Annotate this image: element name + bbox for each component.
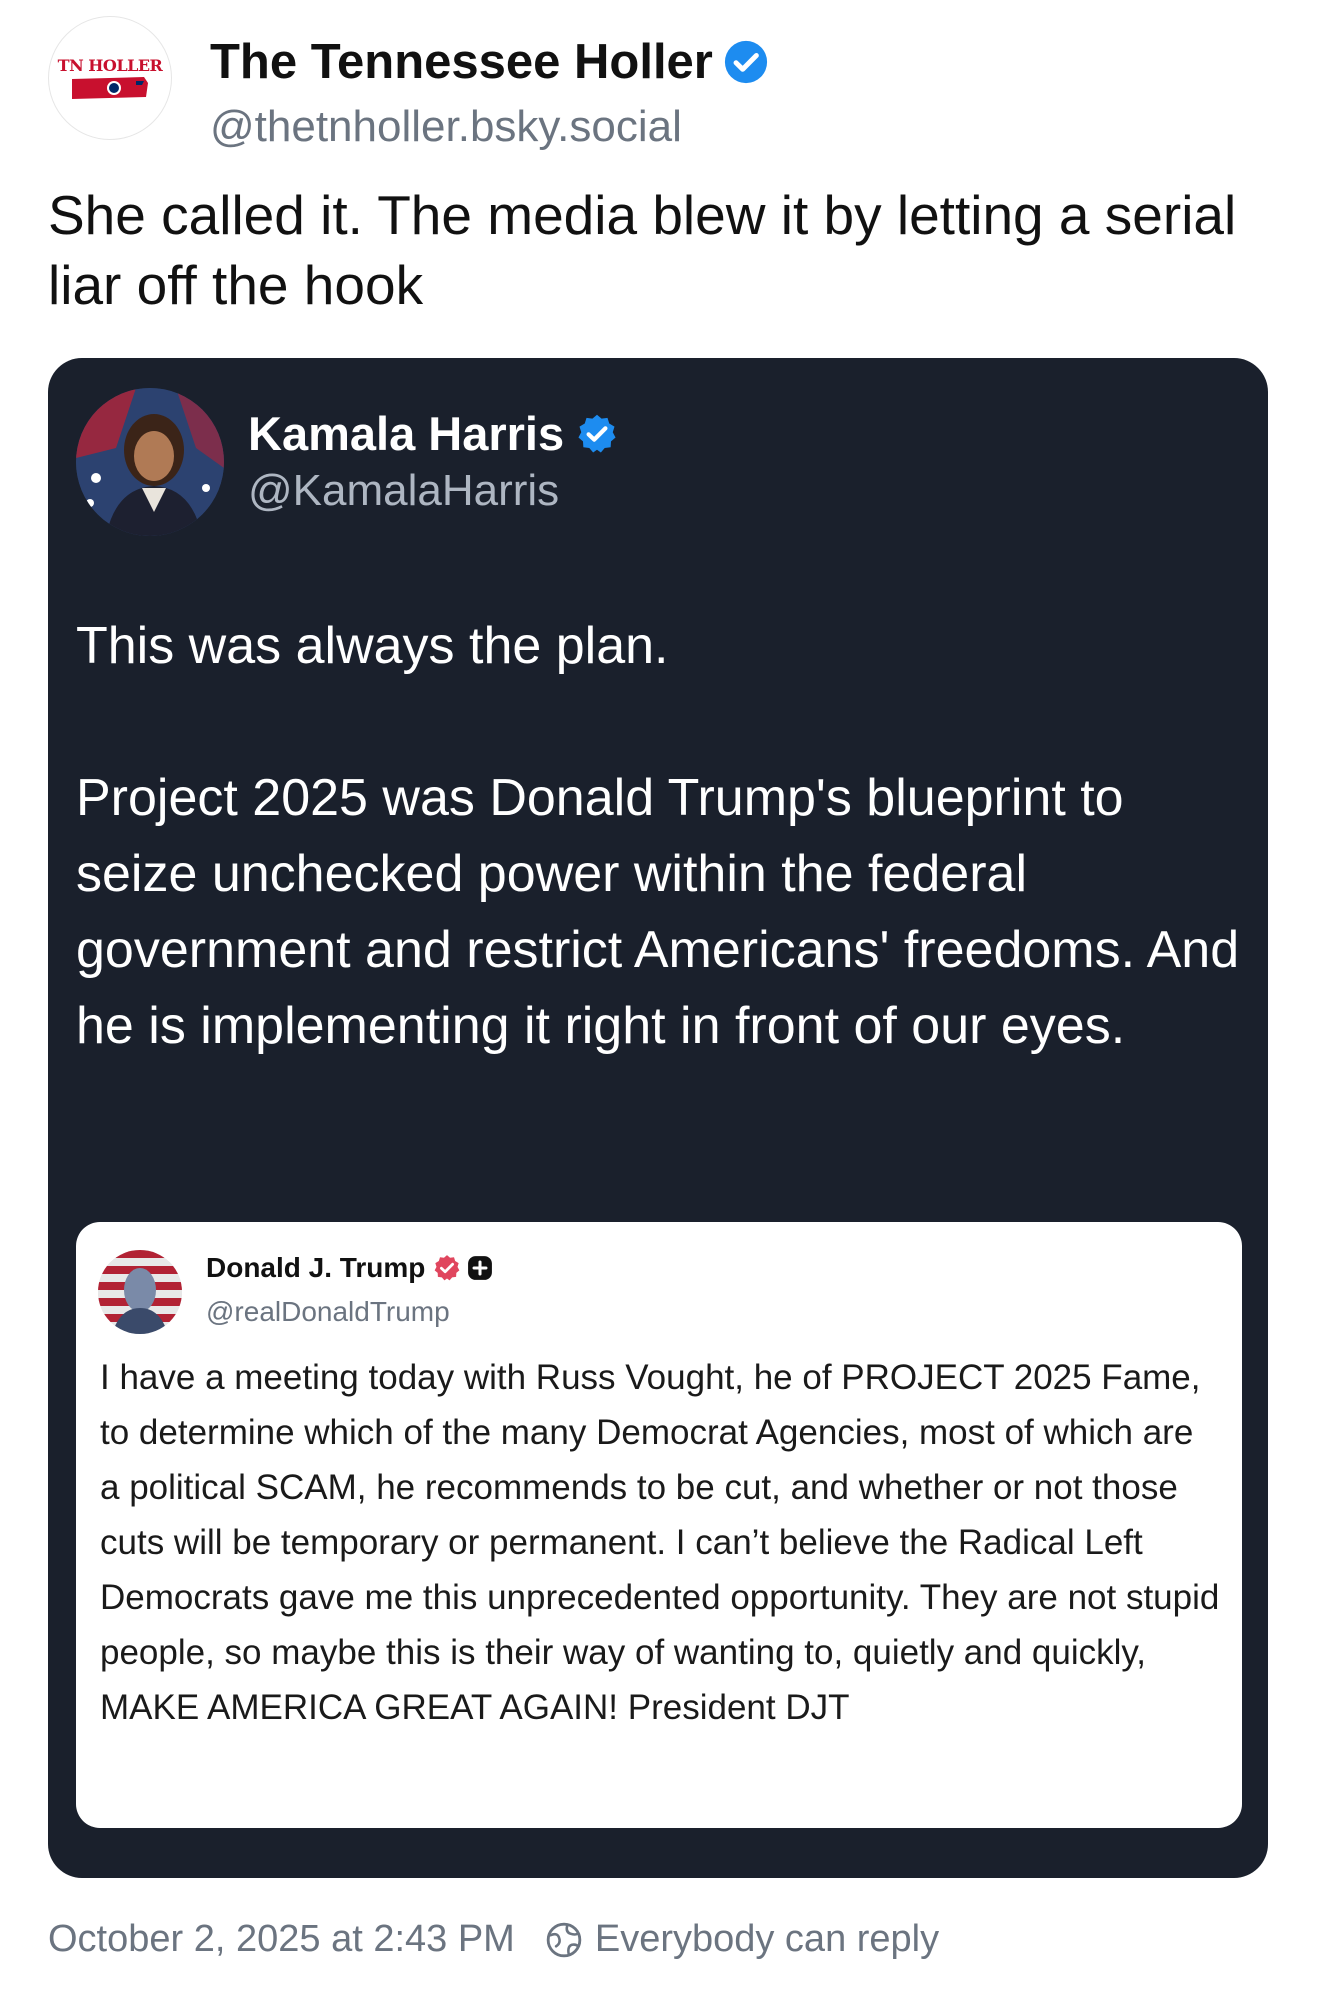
account-handle[interactable]: @thetnholler.bsky.social: [210, 102, 682, 152]
verified-badge-icon: [724, 40, 767, 84]
verified-badge-icon: [434, 1255, 460, 1281]
display-name-text: The Tennessee Holler: [210, 35, 713, 89]
harris-post-text: This was always the plan. Project 2025 w…: [76, 617, 1240, 1055]
harris-avatar: [76, 388, 224, 536]
post-text: She called it. The media blew it by lett…: [48, 184, 1237, 316]
trump-handle: @realDonaldTrump: [206, 1296, 450, 1327]
harris-display-name: Kamala Harris: [248, 406, 618, 461]
post-timestamp[interactable]: October 2, 2025 at 2:43 PM: [48, 1918, 515, 1961]
reply-setting-icon: [546, 1922, 582, 1957]
truth-plus-icon: [468, 1256, 493, 1280]
trump-truth-card: Donald J. Trump @realDonaldTrump I have …: [76, 1222, 1242, 1828]
trump-avatar: [98, 1250, 182, 1334]
trump-display-name: Donald J. Trump: [206, 1252, 493, 1284]
reply-setting-text[interactable]: Everybody can reply: [595, 1918, 939, 1961]
harris-portrait-icon: [76, 388, 224, 536]
account-display-name[interactable]: The Tennessee Holler: [210, 34, 769, 90]
harris-handle: @KamalaHarris: [248, 466, 560, 515]
trump-portrait-icon: [98, 1250, 182, 1334]
post-footer: October 2, 2025 at 2:43 PM Everybody can…: [48, 1918, 939, 1961]
account-avatar[interactable]: TN HOLLER: [48, 16, 172, 140]
verified-badge-icon: [578, 414, 616, 453]
trump-post-text: I have a meeting today with Russ Vought,…: [100, 1358, 1220, 1727]
tennessee-flag-icon: [72, 76, 148, 99]
quoted-post-image[interactable]: Kamala Harris @KamalaHarris This was alw…: [48, 358, 1268, 1878]
logo-text: TN HOLLER: [57, 55, 163, 75]
post-header: TN HOLLER The Tennessee Holler @thetnhol…: [48, 16, 1248, 151]
harris-name-text: Kamala Harris: [248, 407, 565, 460]
trump-name-text: Donald J. Trump: [206, 1252, 426, 1283]
